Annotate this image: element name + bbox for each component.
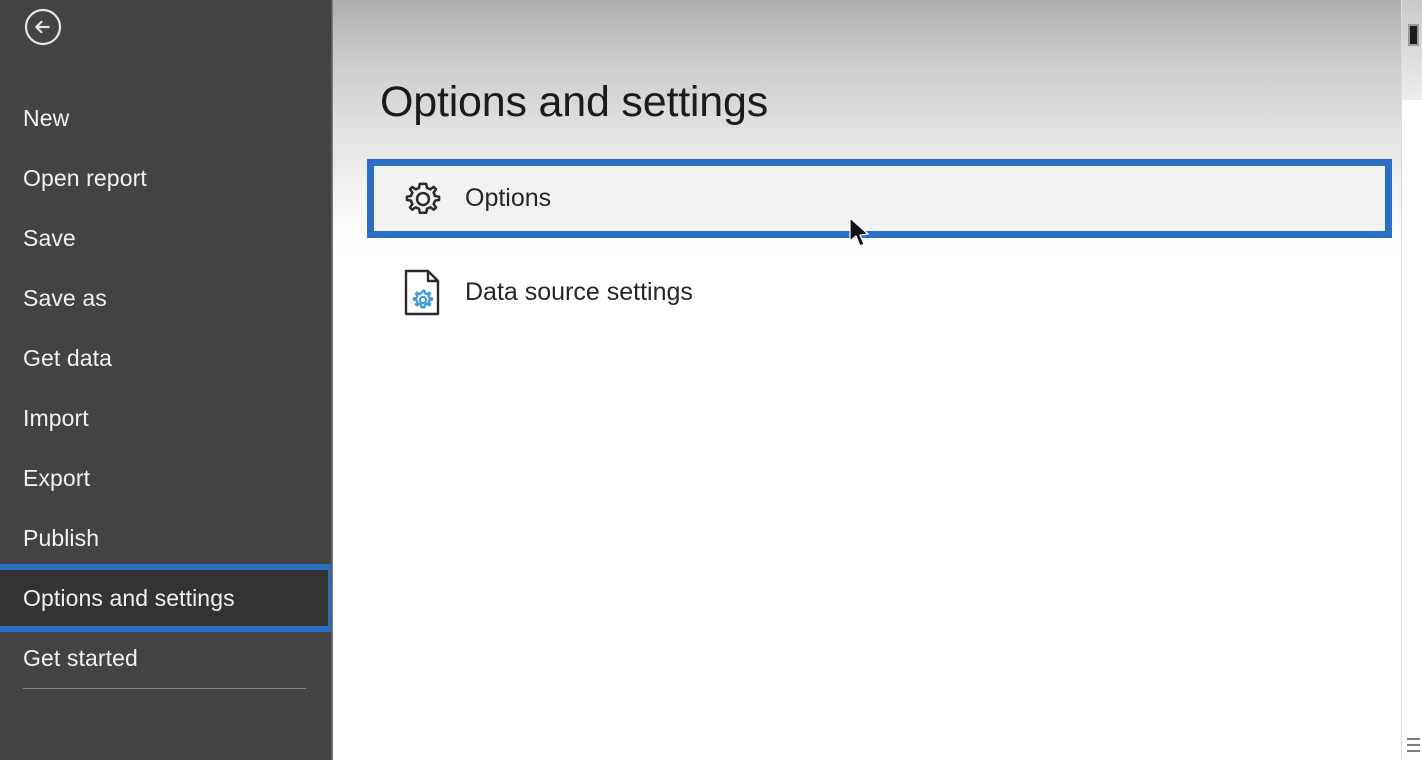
sidebar-item-save[interactable]: Save	[0, 208, 333, 268]
sidebar-item-label: Get started	[23, 645, 138, 671]
sidebar-item-get-data[interactable]: Get data	[0, 328, 333, 388]
document-gear-icon	[395, 268, 451, 318]
sidebar-item-open-report[interactable]: Open report	[0, 148, 333, 208]
sidebar-menu: New Open report Save Save as Get data Im…	[0, 88, 334, 689]
main-pane: Options and settings Options Data source…	[333, 0, 1422, 760]
sidebar-item-label: Open report	[23, 165, 147, 191]
sidebar-item-options-and-settings[interactable]: Options and settings	[0, 564, 334, 632]
sidebar-item-label: Export	[23, 465, 91, 491]
sidebar-divider	[23, 688, 306, 689]
sidebar: New Open report Save Save as Get data Im…	[0, 0, 334, 760]
option-label: Data source settings	[465, 278, 693, 306]
right-edge-strip	[1401, 0, 1422, 760]
sidebar-item-label: Get data	[23, 345, 113, 371]
options-button[interactable]: Options	[367, 159, 1392, 238]
menu-lines-icon[interactable]	[1407, 738, 1420, 756]
right-strip-gradient	[1402, 0, 1422, 100]
sidebar-item-label: Import	[23, 405, 89, 431]
gear-icon	[395, 176, 451, 222]
backstage-view: New Open report Save Save as Get data Im…	[0, 0, 1422, 760]
sidebar-item-get-started[interactable]: Get started	[0, 628, 333, 688]
back-arrow-circle-icon[interactable]	[23, 7, 63, 47]
sidebar-item-save-as[interactable]: Save as	[0, 268, 333, 328]
window-handle-icon[interactable]	[1408, 24, 1419, 46]
sidebar-item-import[interactable]: Import	[0, 388, 333, 448]
sidebar-item-label: New	[23, 105, 70, 131]
options-list: Options Data source settings	[367, 159, 1392, 326]
sidebar-item-label: Options and settings	[23, 585, 235, 611]
data-source-settings-button[interactable]: Data source settings	[373, 259, 1386, 326]
page-title: Options and settings	[380, 78, 769, 126]
sidebar-item-label: Save as	[23, 285, 107, 311]
sidebar-item-new[interactable]: New	[0, 88, 333, 148]
sidebar-item-label: Publish	[23, 525, 100, 551]
sidebar-item-label: Save	[23, 225, 76, 251]
sidebar-item-export[interactable]: Export	[0, 448, 333, 508]
sidebar-item-publish[interactable]: Publish	[0, 508, 333, 568]
option-label: Options	[465, 184, 552, 212]
